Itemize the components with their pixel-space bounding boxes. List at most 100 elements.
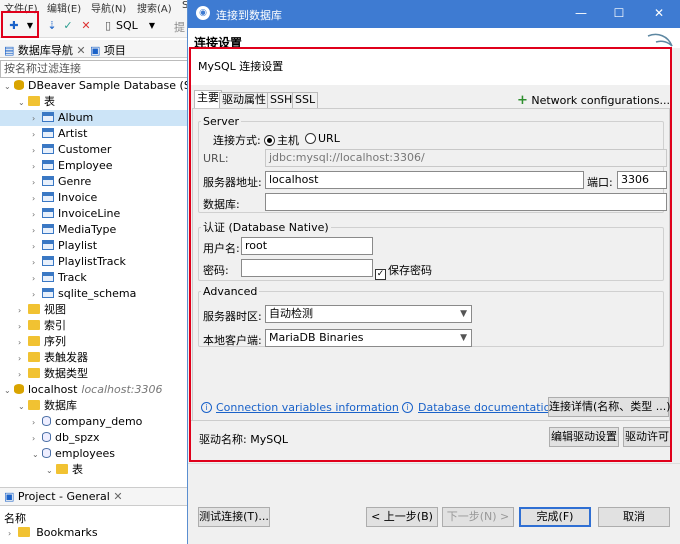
tree-item[interactable]: › 序列 (18, 334, 66, 350)
folder-icon (17, 527, 30, 537)
project-general-icon: ▣ (4, 490, 15, 503)
tree-item-label: Customer (58, 143, 112, 156)
back-button[interactable]: < 上一步(B) (366, 507, 438, 527)
tree-item-label: 索引 (44, 319, 66, 332)
tree-item[interactable]: ⌄ 表 (46, 462, 83, 478)
expand-icon[interactable]: › (32, 191, 42, 207)
next-button[interactable]: 下一步(N) > (442, 507, 514, 527)
folder-icon (28, 368, 40, 378)
connect-icon[interactable]: ⇣ (46, 20, 58, 32)
tree-item[interactable]: ⌄ employees (32, 446, 115, 462)
menu-search[interactable]: 搜索(A) (137, 0, 172, 15)
tree-item[interactable]: › Customer (32, 142, 111, 158)
tree-item[interactable]: › InvoiceLine (32, 206, 120, 222)
expand-icon[interactable]: › (32, 239, 42, 255)
collapse-icon[interactable]: ⌄ (46, 463, 56, 479)
connection-filter-input[interactable]: 按名称过滤连接 (0, 60, 188, 78)
tree-item[interactable]: › 表触发器 (18, 350, 88, 366)
tree-item[interactable]: › 数据类型 (18, 366, 88, 382)
connect-to-database-dialog: ◉ 连接到数据库 — ☐ ✕ 连接设置 MySQL MySQL 连接设置 主要 … (187, 0, 680, 544)
close-icon[interactable]: ✕ (648, 4, 670, 22)
tree-item[interactable]: › Track (32, 270, 87, 286)
table-icon (42, 240, 54, 250)
expand-icon[interactable]: › (32, 143, 42, 159)
dbeaver-main-window: 文件(F) 编辑(E) 导航(N) 搜索(A) S ✚ ▼ ⇣ ✓ ✕ ▯ SQ… (0, 0, 188, 544)
tree-item[interactable]: › sqlite_schema (32, 286, 136, 302)
expand-icon[interactable]: › (8, 529, 11, 538)
expand-icon[interactable]: › (32, 159, 42, 175)
tree-item[interactable]: › 视图 (18, 302, 66, 318)
tree-item[interactable]: › 索引 (18, 318, 66, 334)
tree-item[interactable]: › Employee (32, 158, 112, 174)
menu-edit[interactable]: 编辑(E) (47, 0, 81, 15)
collapse-icon[interactable]: ⌄ (32, 447, 42, 463)
menu-navigate[interactable]: 导航(N) (91, 0, 126, 15)
collapse-icon[interactable]: ⌄ (18, 95, 28, 111)
tree-item-label: 表触发器 (44, 351, 88, 364)
toolbar-extra[interactable]: 提 (174, 19, 185, 35)
tree-item-label: 数据库 (44, 399, 77, 412)
expand-icon[interactable]: › (32, 271, 42, 287)
folder-icon (28, 336, 40, 346)
collapse-icon[interactable]: ⌄ (4, 383, 14, 399)
tab-project[interactable]: ▣ 项目 (90, 42, 126, 58)
close-icon[interactable]: ✕ (113, 490, 122, 503)
tree-item[interactable]: › Genre (32, 174, 91, 190)
table-icon (42, 224, 54, 234)
expand-icon[interactable]: › (18, 335, 28, 351)
tree-item[interactable]: › MediaType (32, 222, 116, 238)
folder-icon (28, 320, 40, 330)
cancel-button[interactable]: 取消 (598, 507, 670, 527)
maximize-icon[interactable]: ☐ (608, 4, 630, 22)
collapse-icon[interactable]: ⌄ (18, 399, 28, 415)
highlight-connection-settings (189, 47, 672, 462)
tab-database-navigator[interactable]: ▤ 数据库导航 ✕ (4, 42, 86, 58)
expand-icon[interactable]: › (32, 175, 42, 191)
expand-icon[interactable]: › (18, 303, 28, 319)
expand-icon[interactable]: › (32, 127, 42, 143)
finish-button[interactable]: 完成(F) (519, 507, 591, 527)
tab-project-general-label: Project - General (17, 490, 110, 503)
tree-item-label: Employee (58, 159, 113, 172)
table-icon (42, 128, 54, 138)
expand-icon[interactable]: › (32, 223, 42, 239)
schema-icon (42, 448, 51, 458)
close-icon[interactable]: ✕ (76, 44, 85, 57)
project-item-bookmarks[interactable]: › Bookmarks (8, 526, 98, 539)
expand-icon[interactable]: › (32, 207, 42, 223)
tab-project-general[interactable]: ▣ Project - General ✕ (4, 490, 123, 503)
tree-item[interactable]: › PlaylistTrack (32, 254, 126, 270)
sql-button-label[interactable]: SQL (116, 19, 138, 32)
test-connection-button[interactable]: 测试连接(T)... (198, 507, 270, 527)
minimize-icon[interactable]: — (570, 4, 592, 22)
disconnect-icon[interactable]: ✕ (80, 20, 92, 32)
expand-icon[interactable]: › (18, 351, 28, 367)
expand-icon[interactable]: › (32, 255, 42, 271)
commit-icon[interactable]: ✓ (62, 20, 74, 32)
collapse-icon[interactable]: ⌄ (4, 79, 14, 95)
tree-item[interactable]: ⌄ 表 (18, 94, 55, 110)
tree-item[interactable]: ⌄ 数据库 (18, 398, 77, 414)
table-icon (42, 192, 54, 202)
tree-item[interactable]: › Invoice (32, 190, 97, 206)
expand-icon[interactable]: › (32, 287, 42, 303)
expand-icon[interactable]: › (32, 415, 42, 431)
tree-item[interactable]: › Playlist (32, 238, 97, 254)
tree-item[interactable]: › company_demo (32, 414, 142, 430)
tree-item[interactable]: ⌄ localhost localhost:3306 (4, 382, 162, 398)
expand-icon[interactable]: › (18, 319, 28, 335)
tree-item-label: 数据类型 (44, 367, 88, 380)
sql-editor-icon[interactable]: ▯ (102, 20, 114, 32)
tree-item[interactable]: ⌄ DBeaver Sample Database (SQLite) (4, 78, 188, 94)
tree-item[interactable]: › db_spzx (32, 430, 99, 446)
tree-item[interactable]: › Artist (32, 126, 87, 142)
expand-icon[interactable]: › (32, 111, 42, 127)
tree-item-label: 表 (72, 463, 83, 476)
tree-item[interactable]: › Album (0, 110, 188, 126)
tree-item-label: Genre (58, 175, 92, 188)
expand-icon[interactable]: › (32, 431, 42, 447)
expand-icon[interactable]: › (18, 367, 28, 383)
tree-item-label: Invoice (58, 191, 98, 204)
database-icon (14, 80, 24, 90)
sql-dropdown-icon[interactable]: ▼ (146, 20, 158, 32)
